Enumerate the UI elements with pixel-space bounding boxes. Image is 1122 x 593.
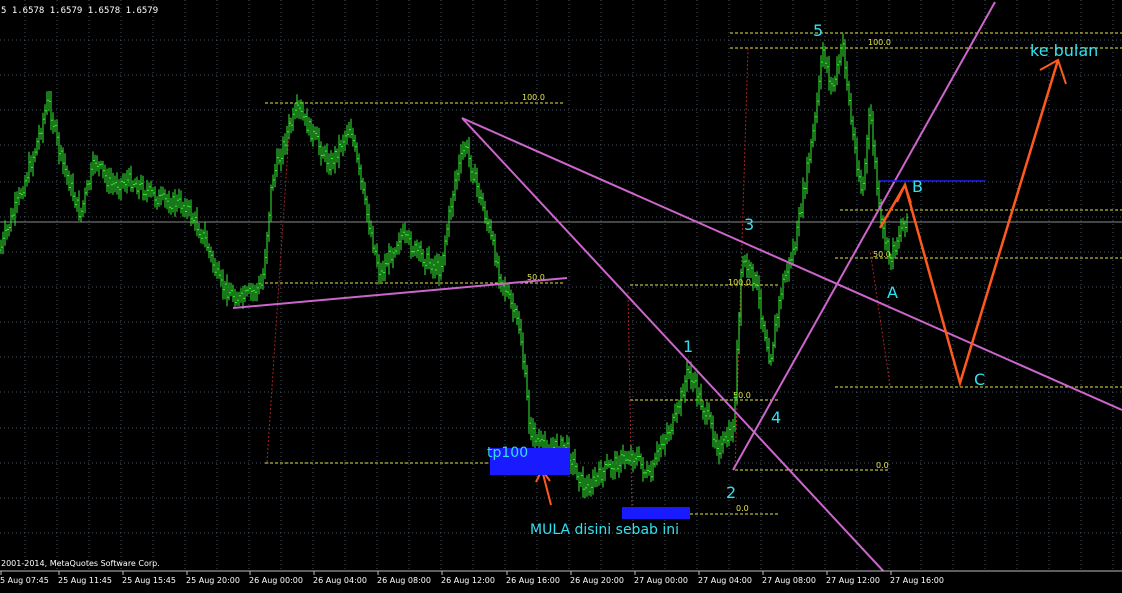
chart-grid: [0, 0, 1122, 570]
x-tick-label: 27 Aug 16:00: [890, 576, 944, 585]
price-chart[interactable]: 100.050.00.0100.050.00.0100.050.00.0 123…: [0, 0, 1122, 590]
blue-marker-box: [622, 507, 690, 519]
wave-label: A: [887, 283, 898, 302]
wave-label: C: [974, 370, 985, 389]
x-tick-label: 26 Aug 12:00: [441, 576, 495, 585]
fibo-anchor-line: [627, 291, 633, 511]
x-tick-label: 25 Aug 15:45: [122, 576, 176, 585]
x-tick-label: 27 Aug 08:00: [762, 576, 816, 585]
x-tick-label: 25 Aug 11:45: [58, 576, 112, 585]
fibo-anchor-line: [266, 117, 291, 463]
x-tick-label: 27 Aug 12:00: [826, 576, 880, 585]
fibo-anchor-line: [869, 249, 891, 386]
trend-line[interactable]: [732, 1, 996, 471]
annotation-tp100: tp100: [487, 445, 528, 461]
x-tick-label: 5 Aug 07:45: [0, 576, 49, 585]
annotation-mula: MULA disini sebab ini: [530, 522, 679, 538]
annotation-ke-bulan: ke bulan: [1030, 41, 1098, 60]
wave-label: 2: [726, 483, 736, 502]
x-tick-label: 27 Aug 00:00: [634, 576, 688, 585]
x-tick-label: 26 Aug 20:00: [570, 576, 624, 585]
time-axis: 5 Aug 07:45 25 Aug 11:45 25 Aug 15:45 25 Au…: [0, 570, 1122, 589]
wave-label: 4: [771, 408, 781, 427]
fibo-anchor-line: [734, 47, 749, 471]
trend-lines[interactable]: [232, 1, 1122, 590]
fibo-level-label: 0.0: [736, 504, 749, 513]
chart-area[interactable]: 100.050.00.0100.050.00.0100.050.00.0 123…: [0, 0, 1122, 590]
x-tick-label: 26 Aug 00:00: [249, 576, 303, 585]
fibo-level-label: 0.0: [876, 461, 889, 470]
x-tick-label: 26 Aug 08:00: [377, 576, 431, 585]
wave-label: B: [912, 177, 923, 196]
fibo-level-label: 100.0: [522, 93, 545, 102]
x-tick-label: 25 Aug 20:00: [186, 576, 240, 585]
wave-label: 3: [744, 215, 754, 234]
fibo-level-label: 100.0: [728, 278, 751, 287]
copyright-text: 2001-2014, MetaQuotes Software Corp.: [1, 559, 160, 568]
fibo-level-label: 50.0: [733, 391, 751, 400]
price-bars: [0, 33, 908, 499]
wave-label: 1: [683, 337, 693, 356]
x-tick-label: 26 Aug 04:00: [313, 576, 367, 585]
fibo-level-label: 100.0: [868, 38, 891, 47]
x-tick-label: 26 Aug 16:00: [506, 576, 560, 585]
fibo-level-label: 50.0: [873, 250, 891, 259]
price-readout: 5 1.6578 1.6579 1.6578 1.6579: [1, 6, 158, 16]
wave-label: 5: [813, 21, 823, 40]
x-tick-label: 27 Aug 04:00: [698, 576, 752, 585]
